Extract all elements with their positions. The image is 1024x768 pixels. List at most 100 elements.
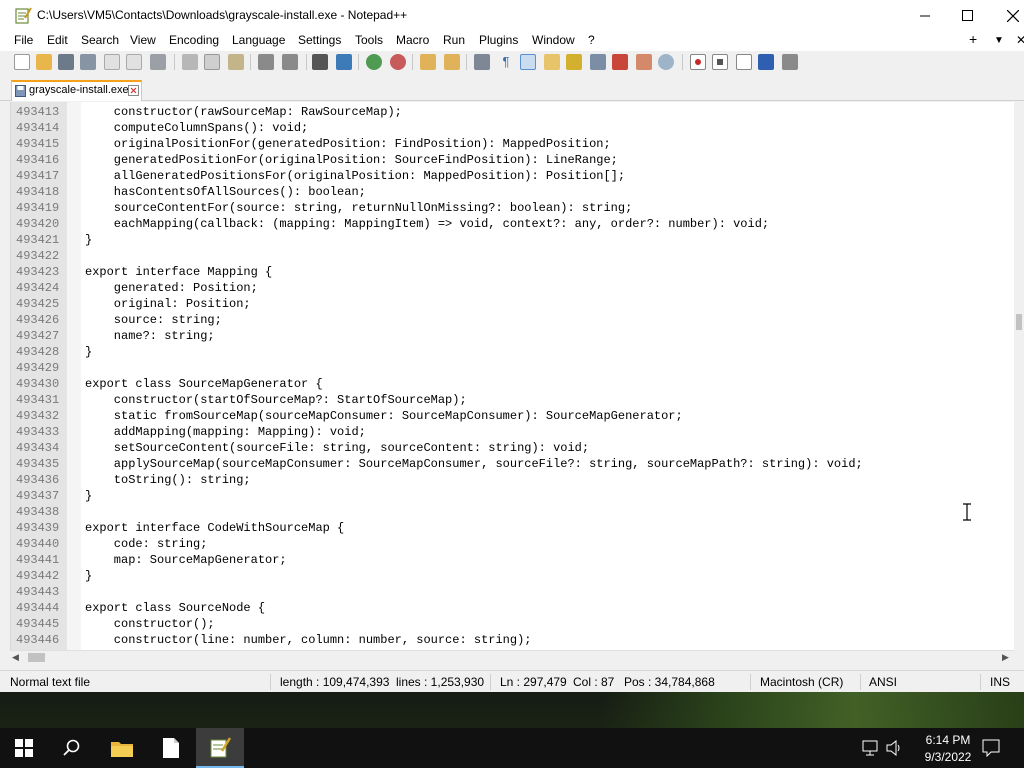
scroll-left-icon[interactable]: ◀ xyxy=(12,652,19,663)
add-new-button[interactable]: + xyxy=(969,31,977,47)
vertical-scrollbar[interactable] xyxy=(1014,102,1024,650)
code-line[interactable]: 493423 export interface Mapping { xyxy=(11,264,1015,280)
copy-icon[interactable] xyxy=(204,54,220,70)
search-button[interactable] xyxy=(48,728,96,768)
menu-plugins[interactable]: Plugins xyxy=(479,33,518,47)
editor-area[interactable]: 493413 constructor(rawSourceMap: RawSour… xyxy=(10,102,1024,650)
code-line[interactable]: 493437} xyxy=(11,488,1015,504)
code-line[interactable]: 493425 original: Position; xyxy=(11,296,1015,312)
udl-icon[interactable] xyxy=(544,54,560,70)
menu-edit[interactable]: Edit xyxy=(47,33,68,47)
menu-settings[interactable]: Settings xyxy=(298,33,341,47)
save-all-icon[interactable] xyxy=(80,54,96,70)
code-line[interactable]: 493442} xyxy=(11,568,1015,584)
code-line[interactable]: 493441 map: SourceMapGenerator; xyxy=(11,552,1015,568)
code-line[interactable]: 493417 allGeneratedPositionsFor(original… xyxy=(11,168,1015,184)
menu-view[interactable]: View xyxy=(130,33,156,47)
open-file-icon[interactable] xyxy=(36,54,52,70)
indent-guide-icon[interactable] xyxy=(520,54,536,70)
menu-macro[interactable]: Macro xyxy=(396,33,429,47)
code-line[interactable]: 493414 computeColumnSpans(): void; xyxy=(11,120,1015,136)
menu-tools[interactable]: Tools xyxy=(355,33,383,47)
code-line[interactable]: 493443 xyxy=(11,584,1015,600)
code-line[interactable]: 493413 constructor(rawSourceMap: RawSour… xyxy=(11,104,1015,120)
monitoring-icon[interactable] xyxy=(636,54,652,70)
save-icon[interactable] xyxy=(58,54,74,70)
stop-macro-icon[interactable] xyxy=(712,54,728,70)
clock-time[interactable]: 6:14 PM xyxy=(918,733,978,747)
code-line[interactable]: 493446 constructor(line: number, column:… xyxy=(11,632,1015,648)
menu-help[interactable]: ? xyxy=(588,33,595,47)
maximize-button[interactable] xyxy=(944,0,990,31)
eye-icon[interactable] xyxy=(658,54,674,70)
sync-vertical-icon[interactable] xyxy=(420,54,436,70)
notepadpp-taskbar-button[interactable] xyxy=(196,728,244,768)
function-list-icon[interactable] xyxy=(590,54,606,70)
save-macro-icon[interactable] xyxy=(782,54,798,70)
code-line[interactable]: 493433 addMapping(mapping: Mapping): voi… xyxy=(11,424,1015,440)
menu-window[interactable]: Window xyxy=(532,33,575,47)
redo-icon[interactable] xyxy=(282,54,298,70)
print-icon[interactable] xyxy=(150,54,166,70)
cut-icon[interactable] xyxy=(182,54,198,70)
horizontal-scroll-thumb[interactable] xyxy=(28,653,45,662)
code-line[interactable]: 493436 toString(): string; xyxy=(11,472,1015,488)
zoom-out-icon[interactable] xyxy=(390,54,406,70)
close-doc-button[interactable]: ✕ xyxy=(1016,33,1024,47)
code-line[interactable]: 493421} xyxy=(11,232,1015,248)
minimize-button[interactable] xyxy=(902,0,948,31)
code-line[interactable]: 493440 code: string; xyxy=(11,536,1015,552)
replace-icon[interactable] xyxy=(336,54,352,70)
code-line[interactable]: 493430 export class SourceMapGenerator { xyxy=(11,376,1015,392)
code-line[interactable]: 493420 eachMapping(callback: (mapping: M… xyxy=(11,216,1015,232)
code-line[interactable]: 493419 sourceContentFor(source: string, … xyxy=(11,200,1015,216)
folder-workspace-icon[interactable] xyxy=(612,54,628,70)
new-file-icon[interactable] xyxy=(14,54,30,70)
code-line[interactable]: 493429 xyxy=(11,360,1015,376)
sync-horizontal-icon[interactable] xyxy=(444,54,460,70)
code-line[interactable]: 493418 hasContentsOfAllSources(): boolea… xyxy=(11,184,1015,200)
code-line[interactable]: 493432 static fromSourceMap(sourceMapCon… xyxy=(11,408,1015,424)
show-all-chars-icon[interactable]: ¶ xyxy=(498,54,514,70)
code-line[interactable]: 493439 export interface CodeWithSourceMap… xyxy=(11,520,1015,536)
code-line[interactable]: 493438 xyxy=(11,504,1015,520)
close-all-icon[interactable] xyxy=(126,54,142,70)
undo-icon[interactable] xyxy=(258,54,274,70)
code-line[interactable]: 493422 xyxy=(11,248,1015,264)
network-icon[interactable] xyxy=(862,740,880,756)
start-button[interactable] xyxy=(0,728,48,768)
code-line[interactable]: 493435 applySourceMap(sourceMapConsumer:… xyxy=(11,456,1015,472)
tab-close-icon[interactable] xyxy=(128,85,139,96)
code-line[interactable]: 493416 generatedPositionFor(originalPosi… xyxy=(11,152,1015,168)
code-line[interactable]: 493445 constructor(); xyxy=(11,616,1015,632)
clock-date[interactable]: 9/3/2022 xyxy=(918,750,978,764)
code-line[interactable]: 493444 export class SourceNode { xyxy=(11,600,1015,616)
paste-icon[interactable] xyxy=(228,54,244,70)
menu-file[interactable]: File xyxy=(14,33,33,47)
code-line[interactable]: 493415 originalPositionFor(generatedPosi… xyxy=(11,136,1015,152)
close-button[interactable] xyxy=(990,0,1024,31)
find-icon[interactable] xyxy=(312,54,328,70)
code-line[interactable]: 493428} xyxy=(11,344,1015,360)
vertical-scroll-thumb[interactable] xyxy=(1016,314,1022,330)
title-bar[interactable]: C:\Users\VM5\Contacts\Downloads\grayscal… xyxy=(0,0,1024,31)
code-line[interactable]: 493427 name?: string; xyxy=(11,328,1015,344)
code-line[interactable]: 493424 generated: Position; xyxy=(11,280,1015,296)
list-tabs-button[interactable]: ▼ xyxy=(994,35,1004,46)
scroll-right-icon[interactable]: ▶ xyxy=(1002,652,1009,663)
doc-map-icon[interactable] xyxy=(566,54,582,70)
code-line[interactable]: 493434 setSourceContent(sourceFile: stri… xyxy=(11,440,1015,456)
menu-run[interactable]: Run xyxy=(443,33,465,47)
menu-search[interactable]: Search xyxy=(81,33,119,47)
horizontal-scrollbar[interactable]: ◀ ▶ xyxy=(10,650,1014,664)
zoom-in-icon[interactable] xyxy=(366,54,382,70)
notepad-button[interactable] xyxy=(147,728,195,768)
code-line[interactable]: 493426 source: string; xyxy=(11,312,1015,328)
play-macro-icon[interactable] xyxy=(736,54,752,70)
menu-language[interactable]: Language xyxy=(232,33,285,47)
code-line[interactable]: 493431 constructor(startOfSourceMap?: St… xyxy=(11,392,1015,408)
word-wrap-icon[interactable] xyxy=(474,54,490,70)
volume-icon[interactable] xyxy=(886,740,904,756)
menu-encoding[interactable]: Encoding xyxy=(169,33,219,47)
file-explorer-button[interactable] xyxy=(98,728,146,768)
